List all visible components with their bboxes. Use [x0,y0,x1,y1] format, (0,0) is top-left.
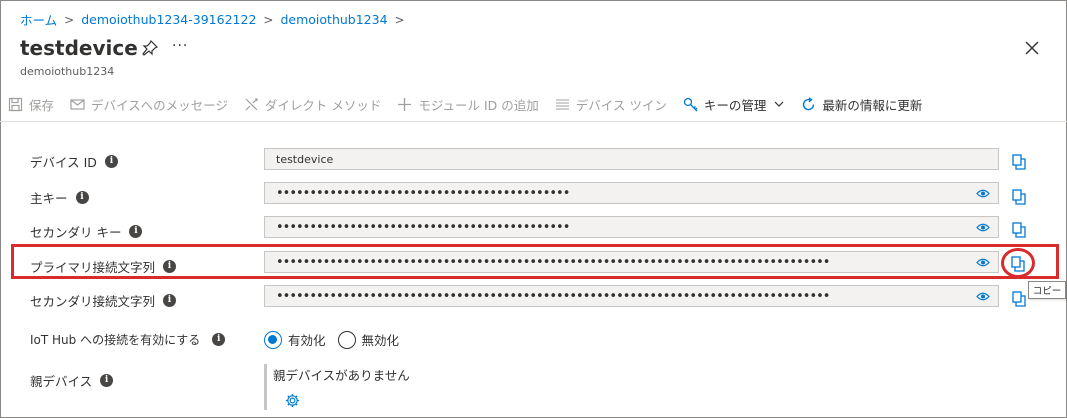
page-title: testdevice [20,36,138,60]
list-icon [555,98,569,110]
parent-device-label-text: 親デバイス [30,374,93,389]
toolbar-divider [0,121,1067,122]
secondary-key-value: ••••••••••••••••••••••••••••••••••••••••… [276,219,570,235]
info-icon[interactable]: i [104,155,118,168]
secondary-connection-string-label: セカンダリ接続文字列 i [30,291,177,310]
save-label: 保存 [29,97,55,113]
parent-device-box: 親デバイスがありません [264,364,464,410]
eye-icon[interactable] [976,257,990,268]
connection-radio-group: 有効化 無効化 [264,330,411,349]
add-module-identity-button[interactable]: モジュール ID の追加 [397,95,539,114]
eye-icon[interactable] [976,188,990,199]
parent-device-label: 親デバイス i [30,371,114,390]
gear-icon[interactable] [285,393,300,408]
copy-icon[interactable] [1012,189,1026,205]
copy-icon[interactable] [1012,222,1026,238]
save-icon [8,97,23,111]
breadcrumb-separator: > [64,12,75,27]
message-label: デバイスへのメッセージ [91,97,228,113]
mail-icon [70,98,85,110]
pin-icon[interactable] [142,40,158,56]
connection-label: IoT Hub への接続を有効にする i [30,331,226,348]
device-id-label: デバイス ID i [30,152,118,171]
command-bar: 保存 デバイスへのメッセージ ダイレクト メソッド モジュール ID の追加 デ… [8,93,938,115]
page-subtitle: demoiothub1234 [20,65,115,78]
primary-connection-string-field[interactable]: ••••••••••••••••••••••••••••••••••••••••… [264,251,999,273]
device-twin-label: デバイス ツイン [575,97,667,113]
disable-radio-label[interactable]: 無効化 [362,330,400,349]
copy-icon[interactable] [1012,291,1026,307]
secondary-connection-string-label-text: セカンダリ接続文字列 [30,294,156,309]
more-options-icon[interactable]: ··· [172,38,188,54]
secondary-key-field[interactable]: ••••••••••••••••••••••••••••••••••••••••… [264,216,999,238]
secondary-connection-string-value: ••••••••••••••••••••••••••••••••••••••••… [276,288,831,304]
primary-key-label: 主キー i [30,188,89,207]
window-frame [0,0,1067,418]
device-id-field[interactable]: testdevice [264,148,999,170]
enable-radio-label[interactable]: 有効化 [288,330,326,349]
info-icon[interactable]: i [75,191,89,204]
device-id-label-text: デバイス ID [30,155,97,170]
direct-method-button[interactable]: ダイレクト メソッド [244,95,381,114]
breadcrumb: ホーム > demoiothub1234-39162122 > demoioth… [20,10,412,29]
chevron-down-icon [774,101,784,107]
primary-connection-string-label-text: プライマリ接続文字列 [30,260,156,275]
direct-method-label: ダイレクト メソッド [264,97,382,113]
breadcrumb-resource-group[interactable]: demoiothub1234-39162122 [81,12,256,27]
info-icon[interactable]: i [212,333,226,346]
eye-icon[interactable] [976,222,990,233]
save-button[interactable]: 保存 [8,95,54,114]
primary-connection-string-value: ••••••••••••••••••••••••••••••••••••••••… [276,254,831,270]
key-icon [683,97,698,111]
copy-tooltip: コピー [1028,281,1066,299]
disable-radio[interactable] [337,330,356,349]
close-icon[interactable] [1024,40,1040,56]
refresh-button[interactable]: 最新の情報に更新 [801,95,922,114]
breadcrumb-separator: > [263,12,274,27]
secondary-connection-string-field[interactable]: ••••••••••••••••••••••••••••••••••••••••… [264,285,999,307]
primary-key-value: ••••••••••••••••••••••••••••••••••••••••… [276,185,570,201]
secondary-key-label-text: セカンダリ キー [30,225,122,240]
refresh-label: 最新の情報に更新 [822,97,923,113]
plus-icon [398,97,412,111]
breadcrumb-iot-hub[interactable]: demoiothub1234 [280,12,387,27]
breadcrumb-separator: > [394,12,405,27]
connection-label-text: IoT Hub への接続を有効にする [30,333,201,347]
primary-key-label-text: 主キー [30,191,68,206]
copy-icon[interactable] [1012,154,1026,170]
parent-device-empty-text: 親デバイスがありません [273,368,410,383]
highlight-annotation-circle [1001,248,1035,278]
eye-icon[interactable] [976,291,990,302]
info-icon[interactable]: i [163,260,177,273]
manage-keys-button[interactable]: キーの管理 [683,95,786,114]
info-icon[interactable]: i [163,294,177,307]
add-module-label: モジュール ID の追加 [418,97,539,113]
device-twin-button[interactable]: デバイス ツイン [555,95,667,114]
enable-radio[interactable] [264,330,282,349]
manage-keys-label: キーの管理 [703,97,767,113]
primary-connection-string-label: プライマリ接続文字列 i [30,257,177,276]
refresh-icon [803,96,815,110]
primary-key-field[interactable]: ••••••••••••••••••••••••••••••••••••••••… [264,182,999,204]
message-to-device-button[interactable]: デバイスへのメッセージ [70,95,228,114]
device-id-value: testdevice [276,152,334,166]
info-icon[interactable]: i [129,225,143,238]
direct-method-icon [245,97,258,110]
breadcrumb-home[interactable]: ホーム [20,10,57,29]
info-icon[interactable]: i [100,374,114,387]
secondary-key-label: セカンダリ キー i [30,222,143,241]
